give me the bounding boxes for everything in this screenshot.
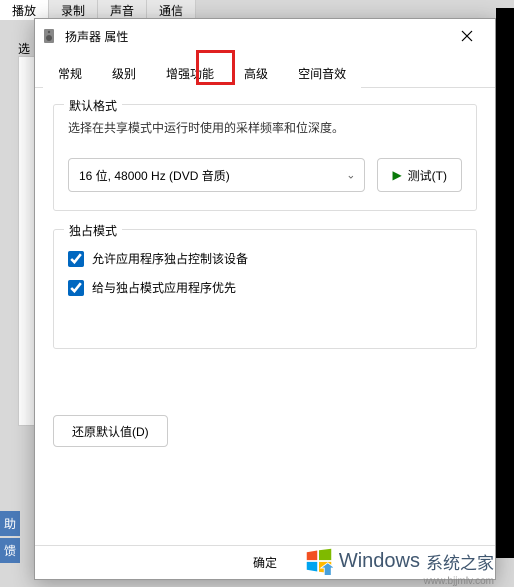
titlebar: 扬声器 属性 <box>35 19 495 53</box>
group-title: 独占模式 <box>64 222 122 239</box>
ok-button[interactable]: 确定 <box>253 554 277 571</box>
watermark-brand: Windows <box>339 550 420 573</box>
background-right-strip <box>496 8 514 558</box>
speaker-properties-dialog: 扬声器 属性 常规 级别 增强功能 高级 空间音效 默认格式 选择在共享模式中运… <box>34 18 496 580</box>
checkbox-label: 给与独占模式应用程序优先 <box>92 279 236 296</box>
format-select-wrap: 16 位, 48000 Hz (DVD 音质) ⌄ <box>68 158 365 192</box>
checkbox-row: 允许应用程序独占控制该设备 <box>68 250 462 267</box>
tab-spatial[interactable]: 空间音效 <box>283 58 361 88</box>
background-panel-edge <box>18 56 34 426</box>
format-select[interactable]: 16 位, 48000 Hz (DVD 音质) <box>68 158 365 192</box>
bg-tab[interactable]: 录制 <box>49 0 98 20</box>
tab-enhancements[interactable]: 增强功能 <box>151 58 229 88</box>
tab-content: 默认格式 选择在共享模式中运行时使用的采样频率和位深度。 16 位, 48000… <box>35 88 495 545</box>
windows-logo-icon <box>305 547 333 575</box>
test-button-label: 测试(T) <box>408 167 447 184</box>
watermark-url: www.bjjmlv.com <box>424 576 494 587</box>
exclusive-priority-checkbox[interactable] <box>68 280 84 296</box>
bg-tab[interactable]: 播放 <box>0 0 49 20</box>
play-icon: ▶ <box>392 168 401 182</box>
background-bottom: 助 馈 <box>0 509 20 563</box>
tab-levels[interactable]: 级别 <box>97 58 151 88</box>
watermark-cn: 系统之家 <box>426 549 494 574</box>
bg-tab[interactable]: 通信 <box>147 0 196 20</box>
test-button[interactable]: ▶ 测试(T) <box>377 158 462 192</box>
tab-advanced[interactable]: 高级 <box>229 58 283 88</box>
default-format-group: 默认格式 选择在共享模式中运行时使用的采样频率和位深度。 16 位, 48000… <box>53 104 477 211</box>
group-description: 选择在共享模式中运行时使用的采样频率和位深度。 <box>68 119 462 138</box>
dialog-title: 扬声器 属性 <box>65 28 447 45</box>
reset-defaults-button[interactable]: 还原默认值(D) <box>53 415 168 447</box>
checkbox-label: 允许应用程序独占控制该设备 <box>92 250 248 267</box>
group-title: 默认格式 <box>64 97 122 114</box>
close-button[interactable] <box>447 22 487 50</box>
checkbox-row: 给与独占模式应用程序优先 <box>68 279 462 296</box>
bg-tab[interactable]: 声音 <box>98 0 147 20</box>
exclusive-mode-group: 独占模式 允许应用程序独占控制该设备 给与独占模式应用程序优先 <box>53 229 477 349</box>
allow-exclusive-checkbox[interactable] <box>68 251 84 267</box>
background-tabs: 播放 录制 声音 通信 <box>0 0 514 20</box>
close-icon <box>461 30 473 42</box>
tabs-row: 常规 级别 增强功能 高级 空间音效 <box>35 53 495 88</box>
watermark: Windows 系统之家 <box>305 547 494 575</box>
background-label: 选 <box>18 40 30 57</box>
tab-general[interactable]: 常规 <box>43 58 97 88</box>
speaker-icon <box>43 28 59 44</box>
